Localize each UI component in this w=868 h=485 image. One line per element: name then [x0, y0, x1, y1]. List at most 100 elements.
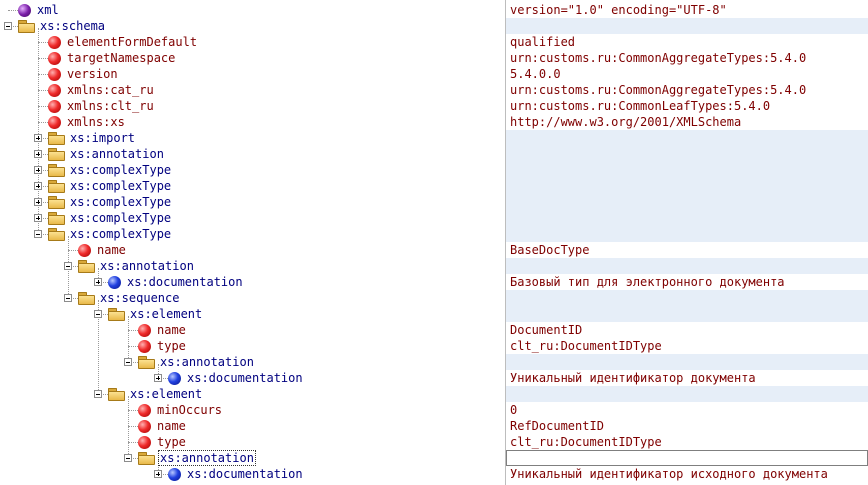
node-label[interactable]: xs:complexType — [68, 227, 173, 241]
tree-row[interactable]: xs:documentation Уникальный идентификатор… — [0, 370, 868, 386]
tree-row[interactable]: name RefDocumentID — [0, 418, 868, 434]
tree-row[interactable]: type clt_ru:DocumentIDType — [0, 338, 868, 354]
tree-node[interactable]: xs:element — [94, 386, 204, 402]
node-label[interactable]: type — [155, 339, 188, 353]
expand-plus-icon[interactable] — [34, 214, 42, 222]
expand-plus-icon[interactable] — [154, 374, 162, 382]
expand-plus-icon[interactable] — [34, 166, 42, 174]
node-label[interactable]: targetNamespace — [65, 51, 177, 65]
node-value[interactable]: urn:customs.ru:CommonAggregateTypes:5.4.… — [506, 82, 868, 98]
tree-node[interactable]: type — [124, 338, 188, 354]
node-label[interactable]: xs:annotation — [158, 450, 256, 466]
node-value[interactable] — [506, 178, 868, 194]
node-label[interactable]: elementFormDefault — [65, 35, 199, 49]
expand-plus-icon[interactable] — [34, 134, 42, 142]
tree-node[interactable]: xs:complexType — [34, 194, 173, 210]
node-value[interactable] — [506, 306, 868, 322]
tree-row[interactable]: xs:element — [0, 386, 868, 402]
node-value[interactable]: qualified — [506, 34, 868, 50]
tree-row[interactable]: xs:complexType — [0, 178, 868, 194]
node-label[interactable]: xs:element — [128, 387, 204, 401]
tree-node[interactable]: minOccurs — [124, 402, 224, 418]
node-value[interactable]: RefDocumentID — [506, 418, 868, 434]
node-label[interactable]: xmlns:cat_ru — [65, 83, 156, 97]
node-value[interactable] — [506, 18, 868, 34]
tree-node[interactable]: xs:annotation — [124, 450, 256, 466]
node-value[interactable] — [506, 226, 868, 242]
node-label[interactable]: xs:complexType — [68, 163, 173, 177]
node-value[interactable] — [506, 290, 868, 306]
node-label[interactable]: name — [155, 419, 188, 433]
node-value[interactable]: Базовый тип для электронного документа — [506, 274, 868, 290]
node-value[interactable]: urn:customs.ru:CommonLeafTypes:5.4.0 — [506, 98, 868, 114]
tree-node[interactable]: xmlns:xs — [34, 114, 127, 130]
node-value[interactable]: 0 — [506, 402, 868, 418]
node-label[interactable]: xs:documentation — [185, 371, 305, 385]
node-label[interactable]: xs:import — [68, 131, 137, 145]
node-value[interactable]: BaseDocType — [506, 242, 868, 258]
tree-row[interactable]: name BaseDocType — [0, 242, 868, 258]
tree-row[interactable]: xs:complexType — [0, 162, 868, 178]
tree-row[interactable]: xs:schema — [0, 18, 868, 34]
expand-plus-icon[interactable] — [154, 470, 162, 478]
collapse-minus-icon[interactable] — [64, 262, 72, 270]
expand-plus-icon[interactable] — [94, 278, 102, 286]
tree-node[interactable]: xs:element — [94, 306, 204, 322]
tree-node[interactable]: xs:documentation — [154, 466, 305, 482]
node-label[interactable]: name — [155, 323, 188, 337]
tree-row[interactable]: xmlns:xs http://www.w3.org/2001/XMLSchema — [0, 114, 868, 130]
tree-node[interactable]: xs:import — [34, 130, 137, 146]
tree-node[interactable]: xml — [4, 2, 61, 18]
node-value[interactable]: urn:customs.ru:CommonAggregateTypes:5.4.… — [506, 50, 868, 66]
node-label[interactable]: xs:sequence — [98, 291, 181, 305]
tree-row[interactable]: xs:sequence — [0, 290, 868, 306]
tree-row[interactable]: minOccurs 0 — [0, 402, 868, 418]
node-label[interactable]: type — [155, 435, 188, 449]
tree-node[interactable]: xs:complexType — [34, 226, 173, 242]
tree-node[interactable]: type — [124, 434, 188, 450]
tree-node[interactable]: name — [124, 322, 188, 338]
tree-node[interactable]: version — [34, 66, 120, 82]
tree-node[interactable]: elementFormDefault — [34, 34, 199, 50]
tree-row[interactable]: xs:annotation — [0, 450, 868, 466]
tree-row[interactable]: xs:element — [0, 306, 868, 322]
node-label[interactable]: xmlns:clt_ru — [65, 99, 156, 113]
node-label[interactable]: minOccurs — [155, 403, 224, 417]
node-value[interactable]: Уникальный идентификатор исходного докум… — [506, 466, 868, 482]
node-value[interactable]: clt_ru:DocumentIDType — [506, 338, 868, 354]
node-value[interactable]: Уникальный идентификатор документа — [506, 370, 868, 386]
tree-row[interactable]: xs:complexType — [0, 226, 868, 242]
node-value[interactable] — [506, 194, 868, 210]
tree-row[interactable]: xs:annotation — [0, 146, 868, 162]
node-label[interactable]: xs:annotation — [158, 355, 256, 369]
tree-row[interactable]: xs:annotation — [0, 258, 868, 274]
tree-row[interactable]: xs:complexType — [0, 210, 868, 226]
tree-node[interactable]: xs:complexType — [34, 178, 173, 194]
tree-node[interactable]: name — [124, 418, 188, 434]
collapse-minus-icon[interactable] — [4, 22, 12, 30]
expand-plus-icon[interactable] — [34, 182, 42, 190]
node-value[interactable] — [506, 146, 868, 162]
collapse-minus-icon[interactable] — [94, 310, 102, 318]
tree-node[interactable]: xmlns:cat_ru — [34, 82, 156, 98]
tree-row[interactable]: xs:annotation — [0, 354, 868, 370]
tree-node[interactable]: xmlns:clt_ru — [34, 98, 156, 114]
collapse-minus-icon[interactable] — [64, 294, 72, 302]
tree-row[interactable]: xs:documentation Базовый тип для электрон… — [0, 274, 868, 290]
node-label[interactable]: xs:complexType — [68, 179, 173, 193]
node-label[interactable]: xs:complexType — [68, 195, 173, 209]
node-value[interactable] — [506, 386, 868, 402]
collapse-minus-icon[interactable] — [94, 390, 102, 398]
node-label[interactable]: xs:complexType — [68, 211, 173, 225]
node-value[interactable]: clt_ru:DocumentIDType — [506, 434, 868, 450]
node-label[interactable]: version — [65, 67, 120, 81]
tree-row[interactable]: xml version="1.0" encoding="UTF-8" — [0, 2, 868, 18]
node-label[interactable]: xmlns:xs — [65, 115, 127, 129]
tree-row[interactable]: xmlns:cat_ru urn:customs.ru:CommonAggrega… — [0, 82, 868, 98]
node-value[interactable] — [506, 450, 868, 466]
tree-row[interactable]: xs:complexType — [0, 194, 868, 210]
collapse-minus-icon[interactable] — [124, 358, 132, 366]
node-label[interactable]: xs:schema — [38, 19, 107, 33]
node-value[interactable] — [506, 258, 868, 274]
tree-row[interactable]: name DocumentID — [0, 322, 868, 338]
